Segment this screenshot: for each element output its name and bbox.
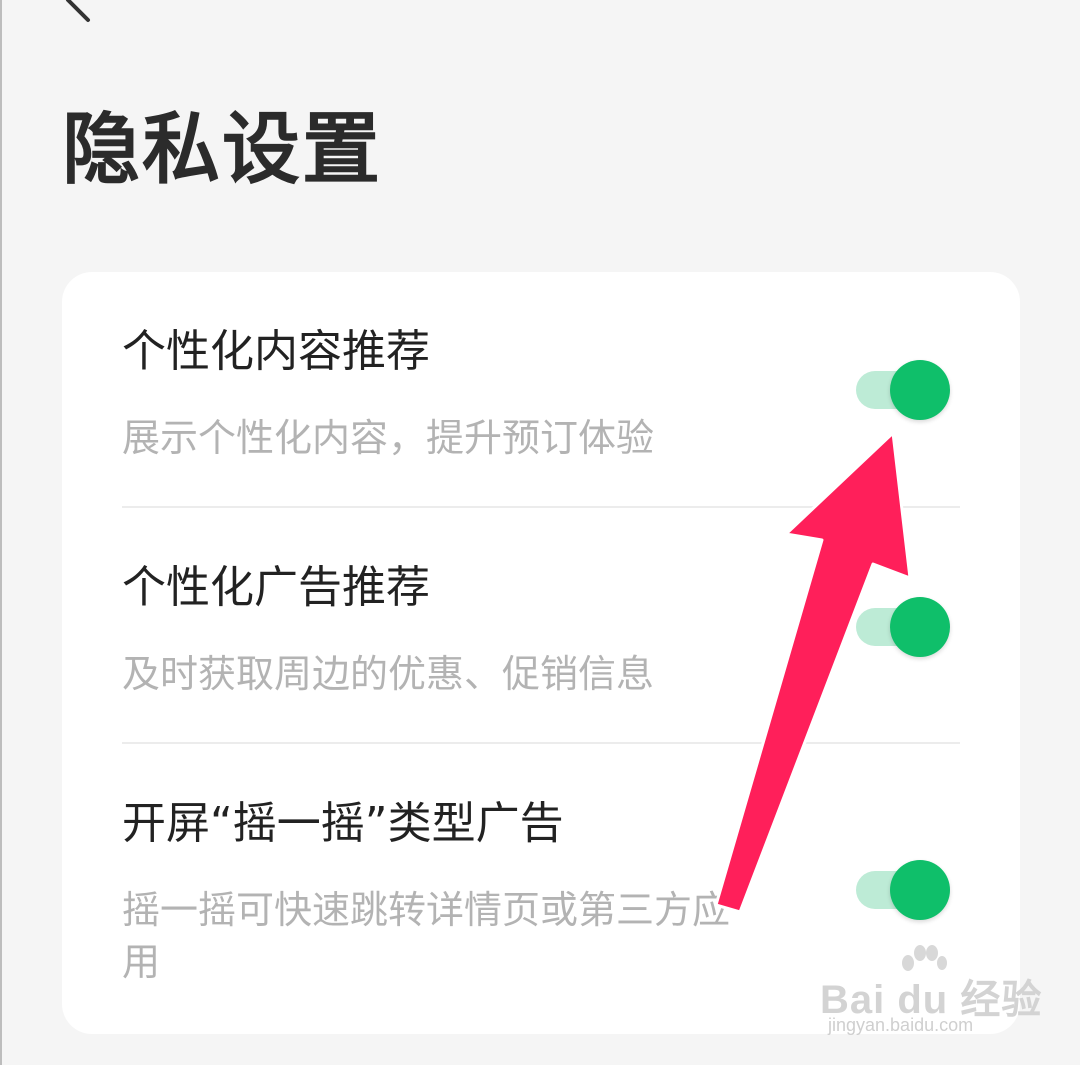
setting-row-ad-recommendation[interactable]: 个性化广告推荐 及时获取周边的优惠、促销信息 xyxy=(62,508,1020,744)
left-edge xyxy=(0,0,2,1065)
setting-title: 开屏“摇一摇”类型广告 xyxy=(122,798,564,849)
shake-ad-toggle[interactable] xyxy=(852,860,952,920)
setting-subtitle: 展示个性化内容，提升预订体验 xyxy=(122,416,655,460)
chevron-left-icon xyxy=(66,0,90,22)
setting-subtitle: 及时获取周边的优惠、促销信息 xyxy=(122,652,655,696)
settings-card: 个性化内容推荐 展示个性化内容，提升预订体验 个性化广告推荐 及时获取周边的优惠… xyxy=(62,272,1020,1034)
watermark: Bai du 经验 jingyan.baidu.com xyxy=(820,945,1041,1045)
toggle-knob xyxy=(890,860,950,920)
setting-title: 个性化内容推荐 xyxy=(122,326,430,377)
watermark-url: jingyan.baidu.com xyxy=(828,1015,974,1035)
ad-recommendation-toggle[interactable] xyxy=(852,597,952,657)
setting-row-content-recommendation[interactable]: 个性化内容推荐 展示个性化内容，提升预订体验 xyxy=(62,272,1020,508)
back-button[interactable] xyxy=(40,0,100,30)
setting-subtitle: 摇一摇可快速跳转详情页或第三方应用 xyxy=(122,888,731,984)
toggle-knob xyxy=(890,597,950,657)
setting-title: 个性化广告推荐 xyxy=(122,562,430,613)
toggle-knob xyxy=(890,360,950,420)
page-title: 隐私设置 xyxy=(62,105,383,195)
content-recommendation-toggle[interactable] xyxy=(852,360,952,420)
